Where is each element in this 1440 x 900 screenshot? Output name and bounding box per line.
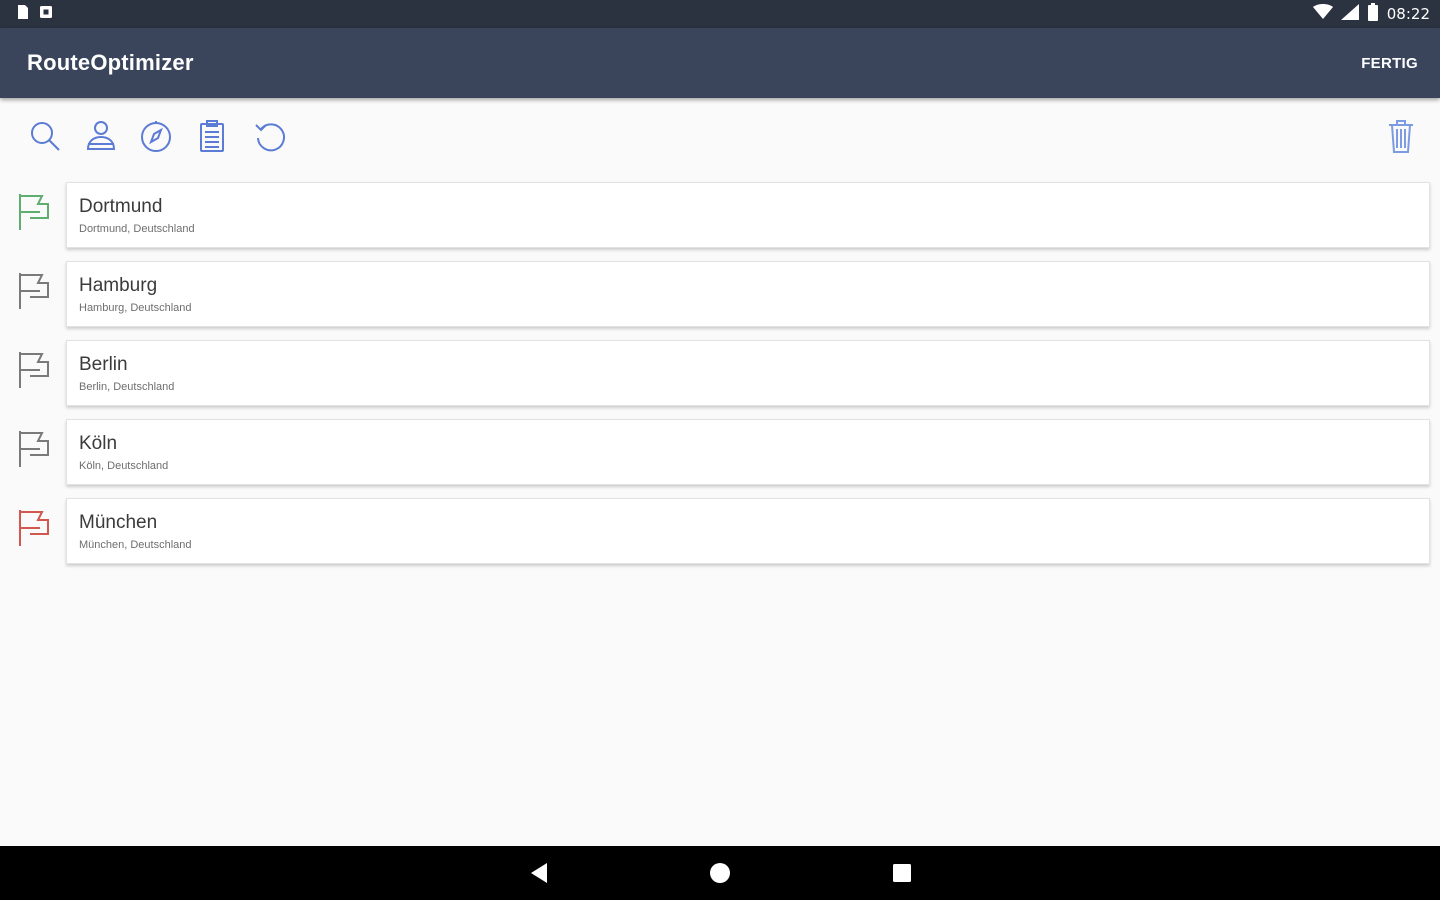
stop-card[interactable]: Köln Köln, Deutschland bbox=[66, 419, 1430, 485]
compass-icon bbox=[141, 121, 171, 152]
contact-icon bbox=[86, 121, 116, 150]
list-item: München München, Deutschland bbox=[0, 498, 1440, 566]
back-icon bbox=[531, 863, 547, 883]
stop-name: Hamburg bbox=[79, 275, 158, 296]
stop-name: Berlin bbox=[79, 354, 128, 375]
home-button[interactable] bbox=[707, 860, 733, 886]
stop-card[interactable]: Hamburg Hamburg, Deutschland bbox=[66, 261, 1430, 327]
stop-address: Köln, Deutschland bbox=[79, 460, 169, 472]
search-icon bbox=[31, 122, 60, 151]
flag-icon bbox=[19, 273, 49, 309]
stop-address: München, Deutschland bbox=[79, 539, 192, 551]
recents-icon bbox=[893, 864, 911, 882]
stop-name: Köln bbox=[79, 433, 118, 454]
trash-icon bbox=[1389, 120, 1413, 153]
flag-icon bbox=[19, 194, 49, 230]
status-bar: 08:22 bbox=[0, 0, 1440, 28]
clipboard-button[interactable] bbox=[194, 118, 230, 154]
notification-icon bbox=[38, 4, 54, 25]
undo-icon bbox=[255, 123, 285, 152]
battery-icon bbox=[1367, 2, 1379, 26]
list-item: Köln Köln, Deutschland bbox=[0, 419, 1440, 487]
status-right-icons: 08:22 bbox=[1312, 2, 1430, 26]
action-toolbar bbox=[0, 108, 1440, 164]
contact-button[interactable] bbox=[83, 118, 119, 154]
status-left-icons bbox=[14, 4, 54, 25]
delete-all-button[interactable] bbox=[1383, 118, 1419, 154]
search-button[interactable] bbox=[27, 118, 63, 154]
flag-icon bbox=[19, 510, 49, 546]
done-button[interactable]: FERTIG bbox=[1361, 55, 1418, 72]
stop-card[interactable]: Berlin Berlin, Deutschland bbox=[66, 340, 1430, 406]
app-bar: RouteOptimizer FERTIG bbox=[0, 28, 1440, 98]
flag-icon bbox=[19, 431, 49, 467]
stop-name: München bbox=[79, 512, 158, 533]
stop-card[interactable]: Dortmund Dortmund, Deutschland bbox=[66, 182, 1430, 248]
list-item: Hamburg Hamburg, Deutschland bbox=[0, 261, 1440, 329]
list-item: Dortmund Dortmund, Deutschland bbox=[0, 182, 1440, 250]
undo-button[interactable] bbox=[252, 118, 288, 154]
clipboard-icon bbox=[200, 120, 224, 152]
recents-button[interactable] bbox=[889, 860, 915, 886]
sd-card-icon bbox=[14, 4, 30, 25]
system-nav-bar bbox=[0, 846, 1440, 900]
back-button[interactable] bbox=[526, 860, 552, 886]
signal-icon bbox=[1340, 3, 1359, 25]
app-title: RouteOptimizer bbox=[27, 50, 194, 75]
wifi-icon bbox=[1312, 3, 1333, 25]
navigate-button[interactable] bbox=[138, 118, 174, 154]
flag-icon bbox=[19, 352, 49, 388]
stop-address: Hamburg, Deutschland bbox=[79, 302, 192, 314]
stop-name: Dortmund bbox=[79, 196, 163, 217]
home-icon bbox=[710, 863, 730, 883]
stop-card[interactable]: München München, Deutschland bbox=[66, 498, 1430, 564]
stop-address: Dortmund, Deutschland bbox=[79, 223, 195, 235]
list-item: Berlin Berlin, Deutschland bbox=[0, 340, 1440, 408]
stop-address: Berlin, Deutschland bbox=[79, 381, 175, 393]
status-time: 08:22 bbox=[1386, 5, 1430, 23]
